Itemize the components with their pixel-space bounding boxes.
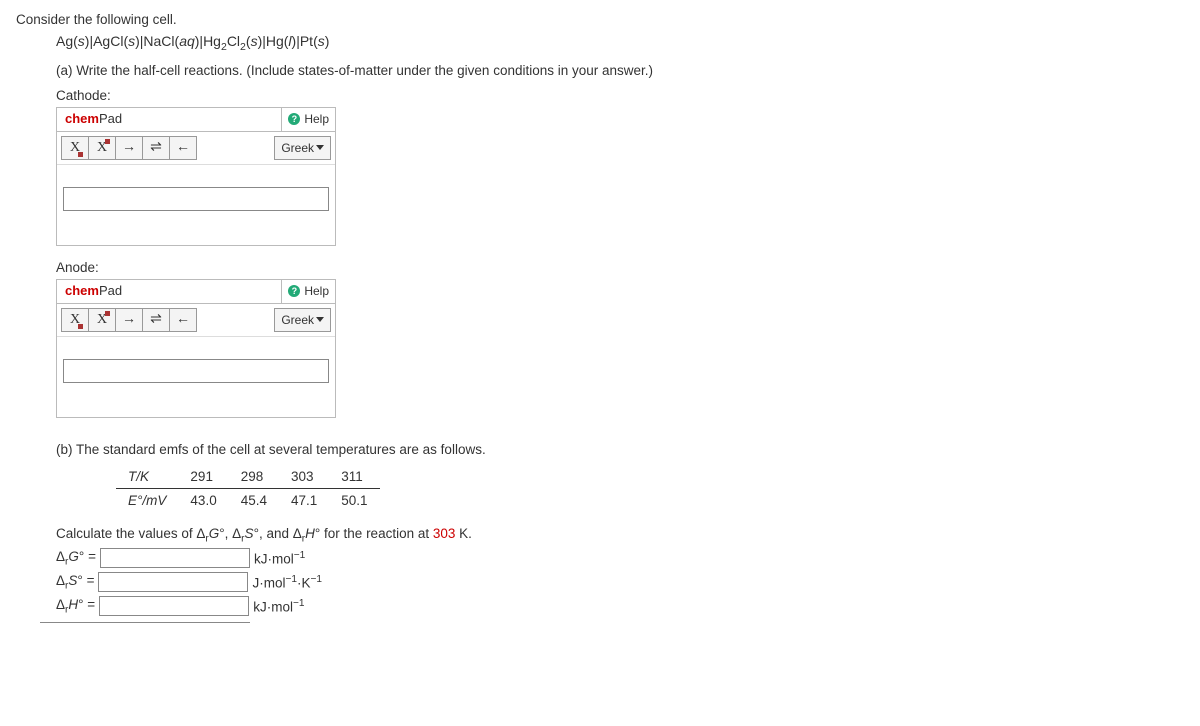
chevron-down-icon xyxy=(316,317,324,322)
help-label: Help xyxy=(304,112,329,126)
help-icon: ? xyxy=(288,113,300,125)
table-cell: 43.0 xyxy=(178,488,228,512)
chempad-toolbar: X X → ⇌ ← Greek xyxy=(57,132,335,165)
dg-row: ΔrG° = kJ·mol−1 xyxy=(56,548,1184,568)
arrow-left-button[interactable]: ← xyxy=(169,136,197,160)
chempad-title-pad: Pad xyxy=(99,111,122,126)
emf-table: T/K 291 298 303 311 E°/mV 43.0 45.4 47.1… xyxy=(116,465,380,512)
dg-units: kJ·mol−1 xyxy=(254,550,305,567)
row-label: T/K xyxy=(116,465,178,489)
calc-temp: 303 xyxy=(433,526,456,541)
table-cell: 45.4 xyxy=(229,488,279,512)
table-cell: 311 xyxy=(329,465,379,489)
chempad-cathode: chemPad ? Help X X → ⇌ ← Greek xyxy=(56,107,336,246)
greek-dropdown[interactable]: Greek xyxy=(274,136,331,160)
arrow-left-button[interactable]: ← xyxy=(169,308,197,332)
help-icon: ? xyxy=(288,285,300,297)
help-label: Help xyxy=(304,284,329,298)
ds-input[interactable] xyxy=(98,572,248,592)
help-button[interactable]: ? Help xyxy=(281,280,335,303)
table-row: E°/mV 43.0 45.4 47.1 50.1 xyxy=(116,488,380,512)
dh-input[interactable] xyxy=(99,596,249,616)
arrow-right-button[interactable]: → xyxy=(115,136,143,160)
ds-units: J·mol−1·K−1 xyxy=(252,574,322,591)
table-cell: 50.1 xyxy=(329,488,379,512)
dg-label: ΔrG° = xyxy=(56,549,96,568)
chempad-anode: chemPad ? Help X X → ⇌ ← Greek xyxy=(56,279,336,418)
subscript-button[interactable]: X xyxy=(61,308,89,332)
greek-dropdown[interactable]: Greek xyxy=(274,308,331,332)
cathode-input[interactable] xyxy=(63,187,329,211)
chempad-header: chemPad ? Help xyxy=(57,280,335,304)
part-a-prompt: (a) Write the half-cell reactions. (Incl… xyxy=(56,63,1184,78)
ds-row: ΔrS° = J·mol−1·K−1 xyxy=(56,572,1184,592)
table-row: T/K 291 298 303 311 xyxy=(116,465,380,489)
chempad-title: chemPad xyxy=(57,280,130,303)
dg-input[interactable] xyxy=(100,548,250,568)
calc-prompt: Calculate the values of ΔrG°, ΔrS°, and … xyxy=(56,526,1184,545)
subscript-button[interactable]: X xyxy=(61,136,89,160)
dh-label: ΔrH° = xyxy=(56,597,95,616)
superscript-button[interactable]: X xyxy=(88,308,116,332)
row-label: E°/mV xyxy=(116,488,178,512)
calc-k: K. xyxy=(455,526,472,541)
subscript-marker-icon xyxy=(78,152,83,157)
superscript-marker-icon xyxy=(105,139,110,144)
table-cell: 47.1 xyxy=(279,488,329,512)
tool-group-left: X X → ⇌ ← xyxy=(61,308,196,332)
chempad-toolbar: X X → ⇌ ← Greek xyxy=(57,304,335,337)
help-button[interactable]: ? Help xyxy=(281,108,335,131)
chempad-title: chemPad xyxy=(57,108,130,131)
anode-input[interactable] xyxy=(63,359,329,383)
chempad-title-chem: chem xyxy=(65,111,99,126)
chempad-header: chemPad ? Help xyxy=(57,108,335,132)
table-cell: 303 xyxy=(279,465,329,489)
table-cell: 291 xyxy=(178,465,228,489)
anode-label: Anode: xyxy=(56,260,1184,275)
chempad-body xyxy=(57,165,335,245)
chempad-title-pad: Pad xyxy=(99,283,122,298)
ds-label: ΔrS° = xyxy=(56,573,94,592)
greek-label: Greek xyxy=(281,313,314,327)
tool-group-left: X X → ⇌ ← xyxy=(61,136,196,160)
dh-row: ΔrH° = kJ·mol−1 xyxy=(56,596,1184,616)
table-cell: 298 xyxy=(229,465,279,489)
part-b-prompt: (b) The standard emfs of the cell at sev… xyxy=(56,442,1184,457)
arrow-right-button[interactable]: → xyxy=(115,308,143,332)
equilibrium-button[interactable]: ⇌ xyxy=(142,136,170,160)
greek-label: Greek xyxy=(281,141,314,155)
chevron-down-icon xyxy=(316,145,324,150)
cathode-label: Cathode: xyxy=(56,88,1184,103)
cell-notation: Ag(s)|AgCl(s)|NaCl(aq)|Hg2Cl2(s)|Hg(l)|P… xyxy=(56,33,1184,53)
superscript-button[interactable]: X xyxy=(88,136,116,160)
intro-text: Consider the following cell. xyxy=(16,12,1184,27)
chempad-title-chem: chem xyxy=(65,283,99,298)
superscript-marker-icon xyxy=(105,311,110,316)
chempad-body xyxy=(57,337,335,417)
divider xyxy=(40,622,250,623)
subscript-marker-icon xyxy=(78,324,83,329)
equilibrium-button[interactable]: ⇌ xyxy=(142,308,170,332)
dh-units: kJ·mol−1 xyxy=(253,598,304,615)
